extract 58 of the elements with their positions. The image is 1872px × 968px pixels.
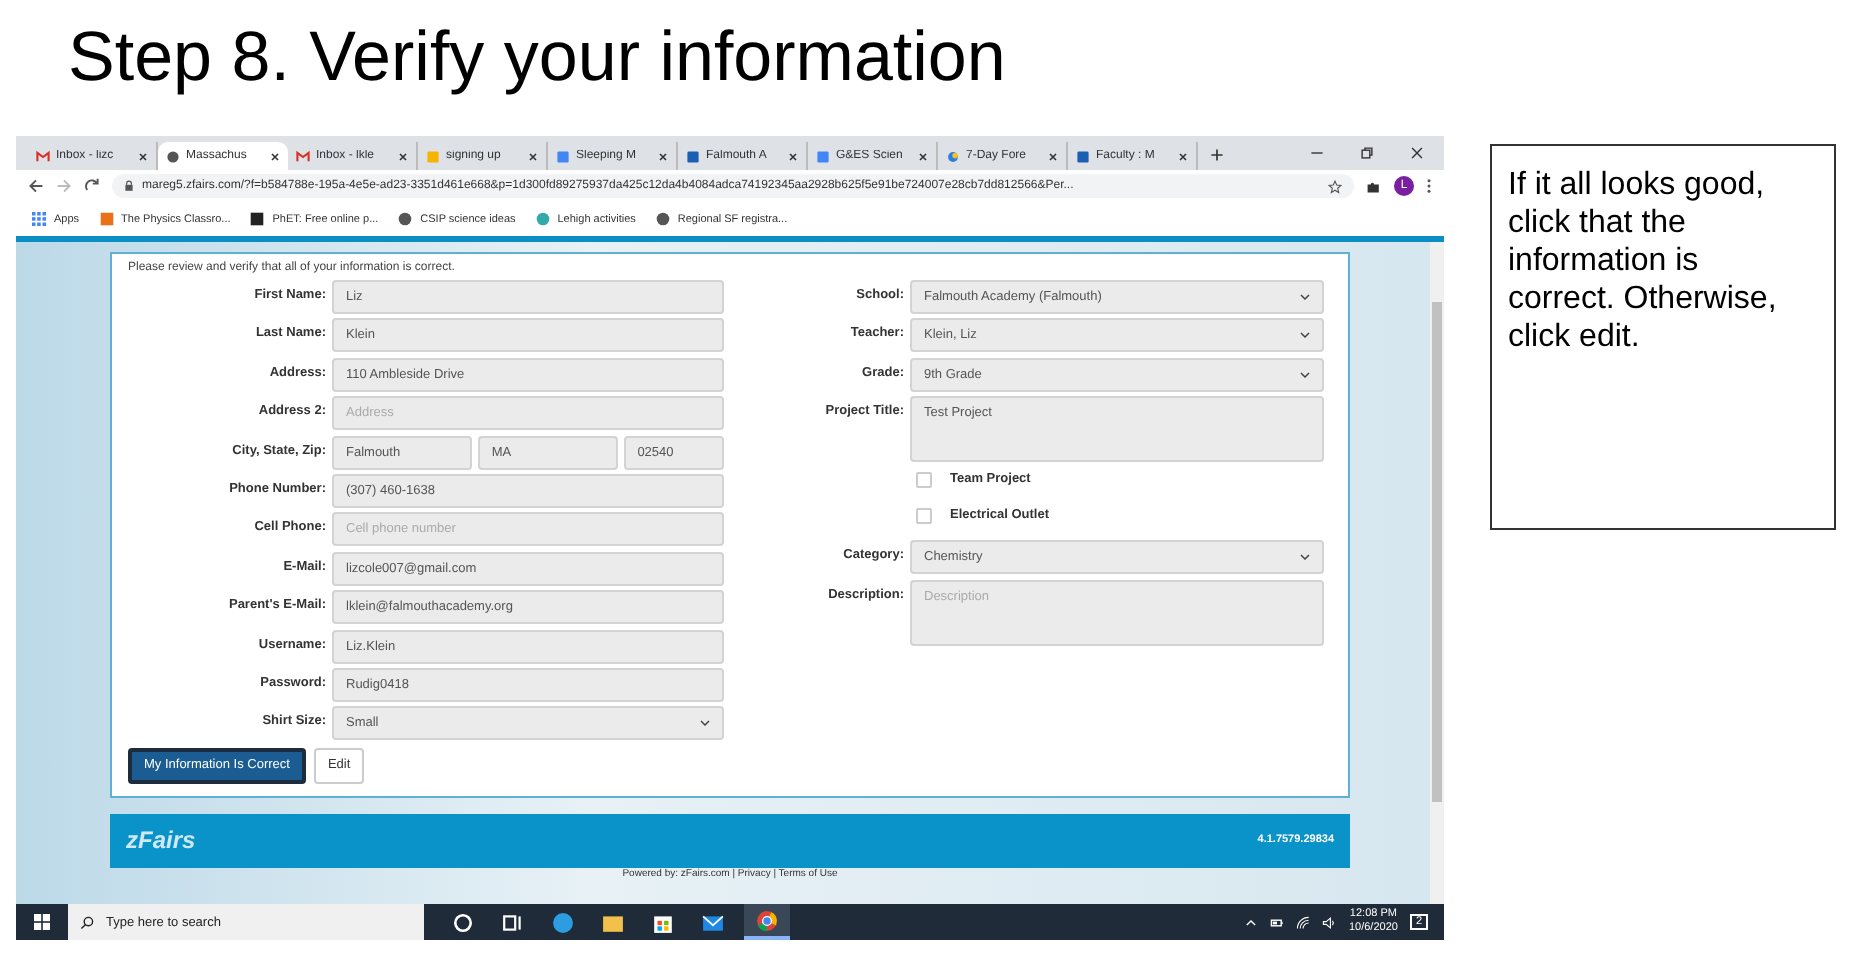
mail-icon — [296, 149, 310, 163]
search-icon — [80, 915, 94, 929]
task-view-icon[interactable] — [502, 911, 524, 933]
bookmark-icon — [535, 212, 550, 226]
page-icon — [426, 149, 440, 163]
caret-icon — [1300, 371, 1310, 378]
browser-taskbar-button[interactable] — [744, 904, 790, 940]
caret-icon — [1300, 332, 1310, 339]
lock-icon — [124, 180, 134, 192]
battery-icon[interactable] — [1270, 915, 1285, 929]
slide-title: Step 8. Verify your information — [66, 16, 1008, 100]
circle-icon[interactable] — [452, 911, 474, 933]
close-icon[interactable] — [528, 151, 538, 161]
bookmark-icon — [99, 212, 114, 226]
mail-icon[interactable] — [702, 911, 724, 933]
page-icon — [816, 149, 830, 163]
wifi-icon[interactable] — [1296, 915, 1311, 929]
caret-icon — [1300, 554, 1310, 561]
globe-icon — [166, 149, 180, 163]
close-icon[interactable] — [918, 151, 928, 161]
close-icon[interactable] — [1178, 151, 1188, 161]
callout-text: If it all looks good, click that the information is correct. Otherwise, click edit. — [1508, 168, 1777, 354]
page-icon — [686, 149, 700, 163]
close-icon[interactable] — [658, 151, 668, 161]
close-icon[interactable] — [1048, 151, 1058, 161]
mail-icon — [36, 149, 50, 163]
globe-icon — [655, 212, 670, 226]
bookmark-icon — [250, 212, 265, 226]
chevron-icon[interactable] — [1244, 915, 1259, 929]
close-icon[interactable] — [270, 151, 280, 161]
menu-icon[interactable] — [1426, 178, 1432, 194]
folder-icon[interactable] — [602, 911, 624, 933]
minimize-icon[interactable] — [1310, 146, 1324, 160]
bag-icon[interactable] — [652, 911, 674, 933]
browser-icon — [756, 909, 778, 931]
page-icon — [1076, 149, 1090, 163]
caret-icon — [1300, 294, 1310, 300]
checkbox[interactable] — [916, 471, 932, 488]
reload-icon[interactable] — [84, 178, 100, 194]
page-icon — [946, 149, 960, 163]
scrollbar[interactable] — [1430, 242, 1444, 904]
star-icon[interactable] — [1328, 179, 1342, 193]
back-icon[interactable] — [28, 178, 44, 194]
close-icon[interactable] — [138, 151, 148, 161]
speaker-icon[interactable] — [1322, 915, 1337, 929]
checkbox[interactable] — [916, 507, 932, 524]
windows-icon[interactable] — [34, 914, 50, 930]
close-icon[interactable] — [398, 151, 408, 161]
caret-icon — [700, 720, 710, 727]
page-icon — [556, 149, 570, 163]
restore-icon[interactable] — [1360, 146, 1374, 160]
plus-icon[interactable] — [1210, 148, 1224, 162]
grid-icon — [32, 212, 46, 226]
edge-icon[interactable] — [552, 911, 574, 933]
logo: zFairs — [126, 826, 196, 855]
close-icon[interactable] — [788, 151, 798, 161]
globe-icon — [398, 212, 413, 226]
close-icon[interactable] — [1410, 146, 1424, 160]
